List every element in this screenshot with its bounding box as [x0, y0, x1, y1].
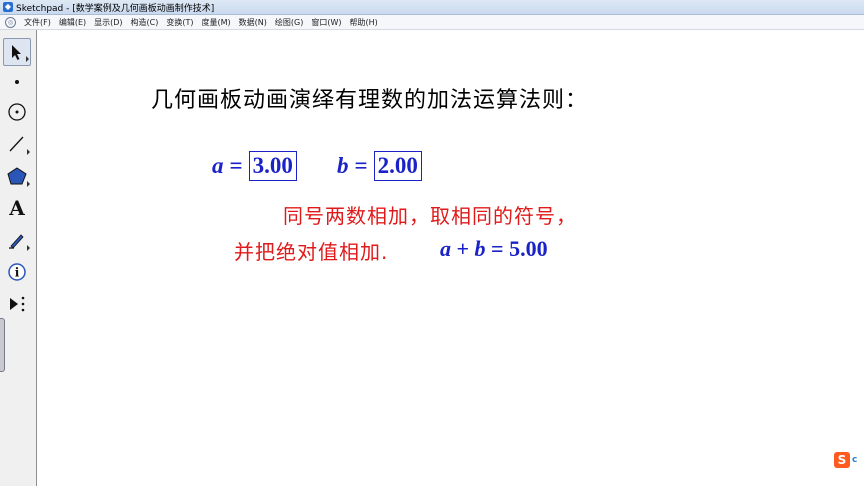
- information-icon: i: [8, 263, 26, 281]
- sum-value: 5.00: [509, 236, 548, 261]
- menu-bar: ◎ 文件(F) 编辑(E) 显示(D) 构造(C) 变换(T) 度量(M) 数据…: [0, 15, 864, 30]
- menu-graph[interactable]: 绘图(G): [271, 17, 307, 28]
- straightedge-icon: [9, 136, 24, 152]
- parameter-a-value[interactable]: 3.00: [248, 151, 297, 181]
- menu-construct[interactable]: 构造(C): [127, 17, 163, 28]
- menu-measure[interactable]: 度量(M): [198, 17, 235, 28]
- parameter-a[interactable]: a = 3.00: [212, 151, 297, 181]
- watermark-logo: S c: [834, 449, 864, 471]
- sum-a: a: [440, 236, 451, 261]
- svg-text:i: i: [15, 266, 20, 280]
- custom-tool[interactable]: [3, 290, 31, 318]
- text-tool-icon: A: [9, 196, 25, 220]
- menu-transform[interactable]: 变换(T): [162, 17, 197, 28]
- polygon-tool[interactable]: [3, 162, 31, 190]
- watermark-text: c: [852, 455, 858, 465]
- selection-arrow-icon: [12, 45, 21, 60]
- title-bar: ◆ Sketchpad - [数学案例及几何画板动画制作技术]: [0, 0, 864, 15]
- parameter-a-equals: =: [229, 153, 243, 178]
- compass-icon: [8, 103, 26, 121]
- rule-line-2: 并把绝对值相加.: [234, 240, 389, 264]
- custom-tool-icon: [10, 296, 25, 312]
- parameter-b[interactable]: b = 2.00: [337, 151, 422, 181]
- rule-line-1: 同号两数相加，取相同的符号，: [283, 204, 577, 228]
- marker-icon: [9, 234, 24, 249]
- straightedge-tool[interactable]: [3, 130, 31, 158]
- watermark-badge: S: [834, 452, 850, 468]
- parameter-b-equals: =: [354, 153, 368, 178]
- sketchpad-icon: ◆: [3, 2, 13, 12]
- point-tool[interactable]: [3, 68, 31, 96]
- information-tool[interactable]: i: [3, 258, 31, 286]
- sum-plus: +: [456, 236, 470, 261]
- polygon-icon: [7, 167, 27, 185]
- document-icon[interactable]: ◎: [5, 16, 16, 28]
- menu-file[interactable]: 文件(F): [20, 17, 55, 28]
- menu-number[interactable]: 数据(N): [235, 17, 271, 28]
- parameter-a-name: a: [212, 153, 224, 178]
- selection-arrow-tool[interactable]: [3, 38, 31, 66]
- page-title: 几何画板动画演绎有理数的加法运算法则：: [151, 88, 589, 113]
- sum-equals: =: [491, 236, 504, 261]
- parameter-b-value[interactable]: 2.00: [373, 151, 422, 181]
- menu-display[interactable]: 显示(D): [90, 17, 126, 28]
- sum-calculation[interactable]: a + b = 5.00: [440, 236, 548, 262]
- menu-help[interactable]: 帮助(H): [346, 17, 382, 28]
- menu-window[interactable]: 窗口(W): [307, 17, 345, 28]
- parameter-b-name: b: [337, 153, 349, 178]
- point-icon: [15, 80, 19, 84]
- menu-edit[interactable]: 编辑(E): [55, 17, 90, 28]
- sum-b: b: [474, 236, 486, 261]
- marker-tool[interactable]: [3, 226, 31, 254]
- text-tool[interactable]: A: [3, 194, 31, 222]
- toolbox-tray-handle[interactable]: [0, 318, 5, 372]
- toolbox: A i: [0, 30, 37, 486]
- compass-tool[interactable]: [3, 98, 31, 126]
- window-title: Sketchpad - [数学案例及几何画板动画制作技术]: [16, 3, 215, 14]
